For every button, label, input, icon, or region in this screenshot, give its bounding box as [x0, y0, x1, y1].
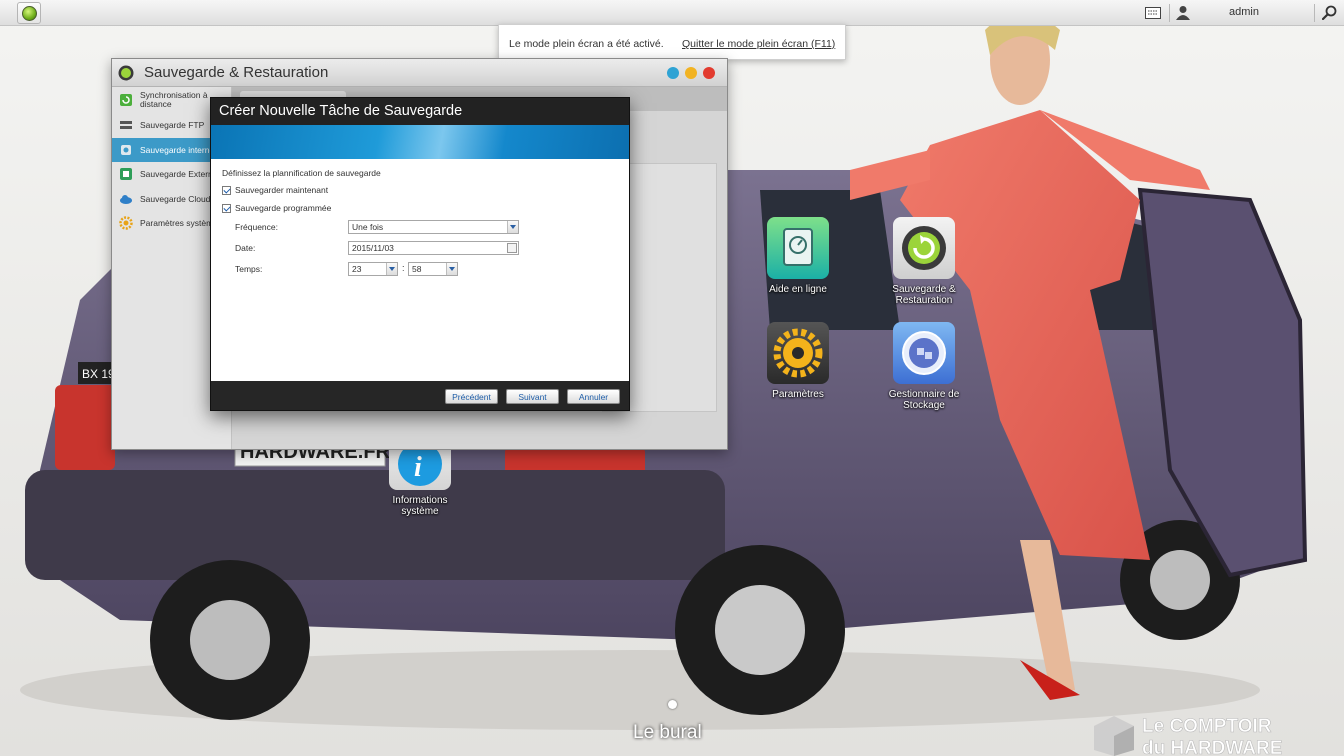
frequency-value: Une fois — [352, 222, 384, 232]
svg-text:i: i — [414, 452, 422, 483]
dialog-body: Définissez la plannification de sauvegar… — [211, 159, 629, 381]
minimize-button[interactable] — [685, 67, 697, 79]
ftp-icon — [120, 121, 132, 130]
calendar-icon[interactable] — [507, 243, 517, 253]
desktop-name: Le bural — [633, 722, 702, 743]
minute-value: 58 — [412, 264, 422, 274]
storage-manager-icon — [893, 322, 955, 384]
gear-icon — [767, 322, 829, 384]
dialog-banner — [211, 125, 629, 159]
fullscreen-message: Le mode plein écran a été activé. — [509, 38, 664, 50]
desktop-icon-label: Informations système — [392, 495, 448, 517]
settings-icon — [119, 216, 133, 230]
search-icon[interactable] — [1322, 5, 1337, 20]
main-menu-button[interactable] — [17, 2, 41, 24]
time-separator: : — [402, 263, 405, 273]
schedule-section-label: Définissez la plannification de sauvegar… — [222, 168, 381, 178]
help-button[interactable] — [667, 67, 679, 79]
taskbar-separator — [1314, 4, 1315, 22]
watermark-logo: Le COMPTOIR du HARDWARE — [1094, 716, 1283, 756]
svg-text:du HARDWARE: du HARDWARE — [1142, 738, 1282, 756]
date-label: Date: — [235, 243, 256, 253]
desktop-icon-parametres[interactable]: Paramètres — [748, 322, 848, 400]
desktop-icon-aide-en-ligne[interactable]: Aide en ligne — [748, 217, 848, 295]
desktop-icon-label: Gestionnaire de Stockage — [888, 389, 960, 411]
sync-icon — [120, 94, 132, 106]
desktop-icon-sauvegarde-restauration[interactable]: Sauvegarde & Restauration — [874, 217, 974, 306]
backup-now-label[interactable]: Sauvegarder maintenant — [235, 185, 328, 195]
fullscreen-notification: Le mode plein écran a été activé. Quitte… — [498, 24, 846, 60]
minute-select[interactable]: 58 — [408, 262, 458, 276]
desktop-page-indicator[interactable] — [668, 700, 677, 709]
frequency-select[interactable]: Une fois — [348, 220, 519, 234]
window-titlebar[interactable]: Sauvegarde & Restauration — [112, 59, 727, 87]
backup-now-row: Sauvegarder maintenant — [222, 185, 328, 195]
taskbar: admin — [0, 0, 1344, 26]
taskbar-separator — [1169, 4, 1170, 22]
chevron-down-icon[interactable] — [507, 221, 518, 233]
previous-button[interactable]: Précédent — [445, 389, 498, 404]
app-icon — [118, 65, 134, 81]
date-input[interactable]: 2015/11/03 — [348, 241, 519, 255]
help-icon — [767, 217, 829, 279]
chevron-down-icon[interactable] — [446, 263, 457, 275]
desktop-icon-label: Paramètres — [772, 389, 824, 400]
scheduled-backup-checkbox[interactable] — [222, 203, 231, 213]
hour-value: 23 — [352, 264, 362, 274]
svg-text:Le COMPTOIR: Le COMPTOIR — [1142, 716, 1272, 737]
next-button[interactable]: Suivant — [506, 389, 559, 404]
desktop-icon-label: Sauvegarde & Restauration — [892, 284, 956, 306]
time-label: Temps: — [235, 264, 263, 274]
date-value: 2015/11/03 — [352, 243, 394, 253]
dialog-title: Créer Nouvelle Tâche de Sauvegarde — [219, 103, 463, 119]
close-button[interactable] — [703, 67, 715, 79]
scheduled-backup-row: Sauvegarde programmée — [222, 203, 331, 213]
user-icon[interactable] — [1176, 5, 1190, 20]
cancel-button[interactable]: Annuler — [567, 389, 620, 404]
chevron-down-icon[interactable] — [386, 263, 397, 275]
username-label[interactable]: admin — [1229, 6, 1259, 18]
exit-fullscreen-link[interactable]: Quitter le mode plein écran (F11) — [682, 38, 835, 50]
desktop-icon-gestionnaire-stockage[interactable]: Gestionnaire de Stockage — [874, 322, 974, 411]
cloud-icon — [120, 194, 132, 204]
desktop-icon-label: Aide en ligne — [769, 284, 827, 295]
backup-now-checkbox[interactable] — [222, 185, 231, 195]
scheduled-backup-label[interactable]: Sauvegarde programmée — [235, 203, 331, 213]
frequency-label: Fréquence: — [235, 222, 278, 232]
keyboard-icon[interactable] — [1145, 7, 1161, 19]
hour-select[interactable]: 23 — [348, 262, 398, 276]
external-backup-icon — [120, 168, 132, 181]
main-menu-icon — [21, 5, 37, 21]
dialog-footer: Précédent Suivant Annuler — [211, 381, 629, 410]
internal-backup-icon — [121, 144, 131, 155]
window-title: Sauvegarde & Restauration — [144, 64, 329, 81]
backup-restore-icon — [893, 217, 955, 279]
create-backup-task-dialog: Créer Nouvelle Tâche de Sauvegarde Défin… — [210, 97, 630, 411]
